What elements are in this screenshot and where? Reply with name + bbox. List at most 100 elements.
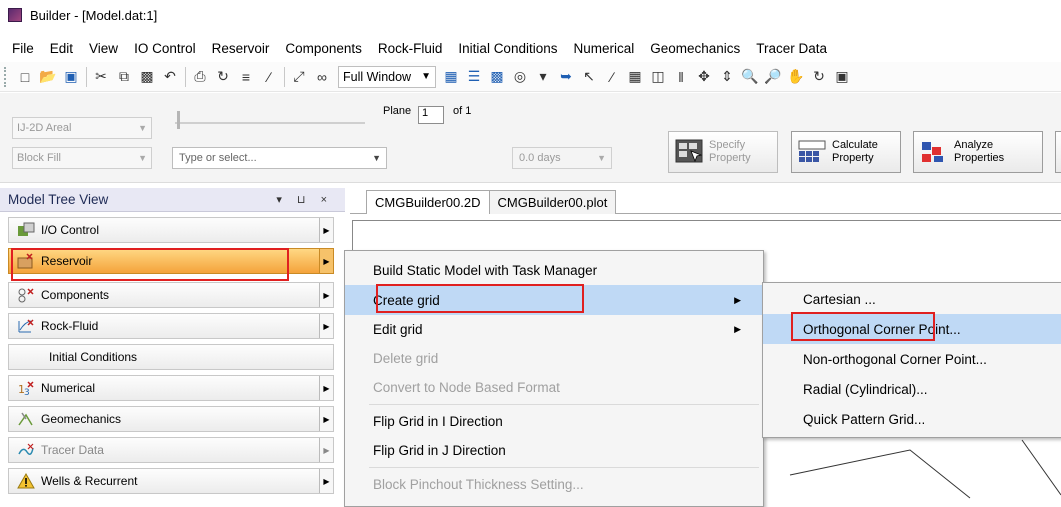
chevron-right-icon[interactable]: ▶ xyxy=(319,283,333,307)
view-type-combo[interactable]: IJ-2D Areal ▼ xyxy=(12,117,152,139)
menu-tracer-data[interactable]: Tracer Data xyxy=(756,41,827,56)
analyze-properties-line1: Analyze xyxy=(954,139,994,151)
menu-item-flip-grid-i[interactable]: Flip Grid in I Direction xyxy=(345,406,763,436)
menu-numerical[interactable]: Numerical xyxy=(573,41,634,56)
menu-file[interactable]: File xyxy=(12,41,34,56)
chevron-right-icon[interactable]: ▶ xyxy=(319,407,333,431)
submenu-item-quick-pattern-grid[interactable]: Quick Pattern Grid... xyxy=(763,404,1061,434)
tree-item-components[interactable]: Components ▶ xyxy=(8,282,334,308)
open-folder-icon[interactable]: 📂 xyxy=(37,66,59,88)
menu-item-create-grid[interactable]: Create grid ▶ xyxy=(345,285,763,315)
submenu-item-radial[interactable]: Radial (Cylindrical)... xyxy=(763,374,1061,404)
copy-icon[interactable]: ⧉ xyxy=(113,66,135,88)
menu-item-label: Flip Grid in I Direction xyxy=(373,413,503,429)
calculate-property-button[interactable]: Calculate Property xyxy=(791,131,901,173)
title-bar: Builder - [Model.dat:1] xyxy=(0,0,1061,30)
menu-item-edit-grid[interactable]: Edit grid ▶ xyxy=(345,314,763,344)
plane-slider-track[interactable] xyxy=(175,122,365,124)
plane-slider-thumb[interactable] xyxy=(177,111,180,129)
panel-controls[interactable]: ▾ ⊔ × xyxy=(276,193,333,206)
chevron-right-icon: ▶ xyxy=(734,323,741,334)
menu-item-delete-grid: Delete grid xyxy=(345,343,763,373)
chevron-right-icon[interactable]: ▶ xyxy=(319,218,333,242)
plane-input[interactable]: 1 xyxy=(418,106,444,124)
window-icon[interactable]: ▣ xyxy=(831,66,853,88)
toolbar-grip[interactable] xyxy=(4,66,8,87)
print-icon[interactable]: ⎙ xyxy=(189,66,211,88)
document-tabs: CMGBuilder00.2D CMGBuilder00.plot xyxy=(366,190,617,214)
property-select[interactable]: Type or select... ▼ xyxy=(172,147,387,169)
menu-io-control[interactable]: IO Control xyxy=(134,41,196,56)
menu-view[interactable]: View xyxy=(89,41,118,56)
menu-initial-conditions[interactable]: Initial Conditions xyxy=(458,41,557,56)
glasses-icon[interactable]: ∞ xyxy=(311,66,333,88)
toolbar-separator xyxy=(185,66,186,87)
properties-icon[interactable]: ▦ xyxy=(440,66,462,88)
menu-item-build-static-model[interactable]: Build Static Model with Task Manager xyxy=(345,255,763,285)
fill-mode-combo[interactable]: Block Fill ▼ xyxy=(12,147,152,169)
time-combo[interactable]: 0.0 days ▼ xyxy=(512,147,612,169)
tree-item-geomechanics[interactable]: Geomechanics ▶ xyxy=(8,406,334,432)
tree-item-initial-conditions[interactable]: Initial Conditions xyxy=(8,344,334,370)
submenu-item-non-orthogonal-corner-point[interactable]: Non-orthogonal Corner Point... xyxy=(763,344,1061,374)
move-icon[interactable]: ✥ xyxy=(693,66,715,88)
edit-line-icon[interactable]: ∕ xyxy=(258,66,280,88)
new-file-icon[interactable]: □ xyxy=(14,66,36,88)
tree-item-rock-fluid[interactable]: Rock-Fluid ▶ xyxy=(8,313,334,339)
menu-item-flip-grid-j[interactable]: Flip Grid in J Direction xyxy=(345,435,763,465)
menu-reservoir[interactable]: Reservoir xyxy=(212,41,270,56)
zoom-icon[interactable]: 🔍 xyxy=(739,66,761,88)
chevron-right-icon[interactable]: ▶ xyxy=(319,438,333,462)
analyze-properties-text: Analyze Properties xyxy=(954,139,1004,165)
analyze-properties-button[interactable]: Analyze Properties xyxy=(913,131,1043,173)
tree-item-tracer-data[interactable]: Tracer Data ▶ xyxy=(8,437,334,463)
refresh-icon[interactable]: ↻ xyxy=(808,66,830,88)
tree-item-io-control[interactable]: I/O Control ▶ xyxy=(8,217,334,243)
menu-item-label: Flip Grid in J Direction xyxy=(373,442,506,458)
menu-components[interactable]: Components xyxy=(285,41,362,56)
arrow-pointer-icon[interactable]: ↖ xyxy=(578,66,600,88)
grid-split-icon[interactable]: ◫ xyxy=(647,66,669,88)
move-vertical-icon[interactable]: ⇕ xyxy=(716,66,738,88)
rotate-icon[interactable]: ↻ xyxy=(212,66,234,88)
zoom-area-icon[interactable]: 🔎 xyxy=(762,66,784,88)
draw-line-icon[interactable]: ∕ xyxy=(601,66,623,88)
paste-icon[interactable]: ▩ xyxy=(136,66,158,88)
small-dropdown-icon[interactable]: ▾ xyxy=(532,66,554,88)
tree-item-numerical[interactable]: 13 Numerical ▶ xyxy=(8,375,334,401)
view-mode-combo[interactable]: Full Window ▼ xyxy=(338,65,436,88)
column-icon[interactable]: ‖ xyxy=(670,66,692,88)
chevron-right-icon[interactable]: ▶ xyxy=(319,469,333,493)
tree-item-wells-recurrent[interactable]: Wells & Recurrent ▶ xyxy=(8,468,334,494)
target-icon[interactable]: ◎ xyxy=(509,66,531,88)
specify-property-text: Specify Property xyxy=(709,139,751,165)
submenu-item-orthogonal-corner-point[interactable]: Orthogonal Corner Point... xyxy=(763,314,1061,344)
select-pointer-icon[interactable]: ➥ xyxy=(555,66,577,88)
chevron-right-icon[interactable]: ▶ xyxy=(319,376,333,400)
align-icon[interactable]: ≡ xyxy=(235,66,257,88)
grid-edit-icon[interactable]: ▦ xyxy=(624,66,646,88)
submenu-item-label: Quick Pattern Grid... xyxy=(803,411,926,427)
tree-item-label: I/O Control xyxy=(41,223,100,237)
tab-cmgbuilder-2d[interactable]: CMGBuilder00.2D xyxy=(366,190,490,214)
rock-fluid-icon xyxy=(15,316,37,336)
menu-geomechanics[interactable]: Geomechanics xyxy=(650,41,740,56)
chevron-right-icon[interactable]: ▶ xyxy=(319,249,333,273)
submenu-item-cartesian[interactable]: Cartesian ... xyxy=(763,284,1061,314)
save-icon[interactable]: ▣ xyxy=(60,66,82,88)
resize-icon[interactable]: ⤢ xyxy=(288,66,310,88)
undo-icon[interactable]: ↶ xyxy=(159,66,181,88)
menu-separator xyxy=(369,404,759,405)
grid-properties-icon[interactable]: ▩ xyxy=(486,66,508,88)
analyze-properties-line2: Properties xyxy=(954,152,1005,164)
tree-view-icon[interactable]: ☰ xyxy=(463,66,485,88)
menu-edit[interactable]: Edit xyxy=(50,41,73,56)
cut-icon[interactable]: ✂ xyxy=(90,66,112,88)
chevron-right-icon[interactable]: ▶ xyxy=(319,314,333,338)
tree-item-reservoir[interactable]: Reservoir ▶ xyxy=(8,248,334,274)
more-button[interactable] xyxy=(1055,131,1061,173)
tab-cmgbuilder-plot[interactable]: CMGBuilder00.plot xyxy=(488,190,617,214)
pan-icon[interactable]: ✋ xyxy=(785,66,807,88)
specify-property-button[interactable]: Specify Property xyxy=(668,131,778,173)
menu-rock-fluid[interactable]: Rock-Fluid xyxy=(378,41,443,56)
